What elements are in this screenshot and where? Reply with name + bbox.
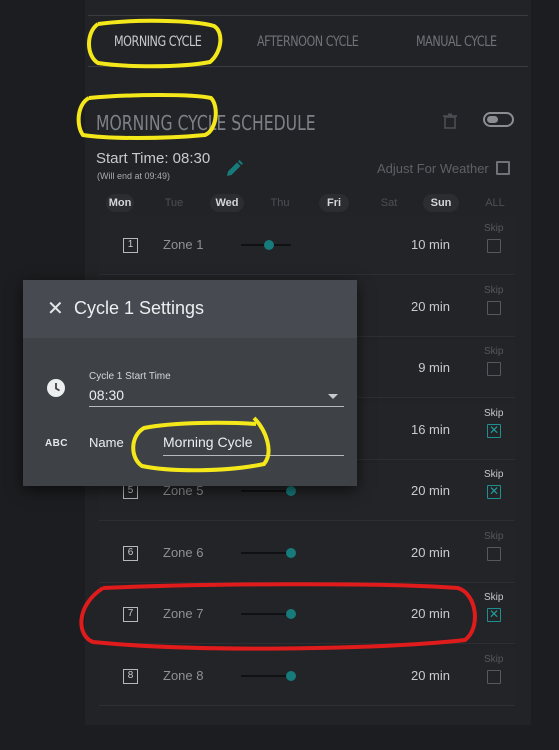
zone-duration: 16 min <box>410 421 450 437</box>
trash-icon[interactable] <box>443 113 457 129</box>
skip-label: Skip <box>484 592 504 603</box>
zone-row: 6 Zone 6 20 min Skip <box>99 524 515 583</box>
name-label: Name <box>89 435 124 450</box>
zone-duration: 10 min <box>410 237 450 252</box>
slider-thumb[interactable] <box>286 486 296 496</box>
skip-checkbox[interactable]: ✕ <box>487 485 501 499</box>
skip-label: Skip <box>484 653 504 665</box>
day-mon[interactable]: Mon <box>106 194 134 212</box>
duration-slider[interactable] <box>241 613 291 615</box>
day-all[interactable]: ALL <box>480 194 510 212</box>
zone-row: 8 Zone 8 20 min Skip <box>99 647 515 706</box>
zone-row: 7 Zone 7 20 min Skip ✕ <box>99 586 515 644</box>
adjust-for-weather-checkbox[interactable] <box>496 161 510 175</box>
zone-number: 7 <box>123 607 138 622</box>
start-time: Start Time: 08:30 <box>96 150 211 167</box>
schedule-enabled-toggle[interactable] <box>483 112 514 127</box>
zone-duration: 20 min <box>410 483 450 498</box>
skip-checkbox[interactable]: ✕ <box>487 608 501 622</box>
adjust-for-weather-label: Adjust For Weather <box>377 161 489 176</box>
zone-number: 6 <box>123 545 138 561</box>
zone-row: 1 Zone 1 10 min Skip <box>99 217 515 275</box>
day-thu[interactable]: Thu <box>266 194 294 212</box>
toggle-knob <box>487 116 498 123</box>
zone-name: Zone 1 <box>163 237 204 252</box>
zone-duration: 20 min <box>410 606 450 621</box>
dialog-title: Cycle 1 Settings <box>74 298 205 318</box>
dialog-header: ✕ Cycle 1 Settings <box>23 280 357 338</box>
skip-checkbox[interactable] <box>487 669 501 684</box>
day-sun[interactable]: Sun <box>423 194 459 212</box>
slider-thumb[interactable] <box>286 547 296 558</box>
skip-checkbox[interactable]: ✕ <box>487 423 501 438</box>
skip-checkbox[interactable] <box>487 239 501 253</box>
cycle-tabs: Morning Cycle Afternoon Cycle Manual Cyc… <box>88 15 528 67</box>
duration-slider[interactable] <box>241 551 291 554</box>
schedule-title: Morning Cycle Schedule <box>96 111 316 135</box>
end-time-note: (Will end at 09:49) <box>97 171 171 181</box>
start-time-label: Cycle 1 Start Time <box>89 371 171 382</box>
start-time-select[interactable]: 08:30 <box>89 385 344 407</box>
zone-duration: 9 min <box>418 360 450 375</box>
zone-duration: 20 min <box>410 544 450 560</box>
skip-label: Skip <box>484 530 504 542</box>
slider-thumb[interactable] <box>286 609 296 619</box>
slider-thumb[interactable] <box>264 240 274 250</box>
zone-number: 5 <box>123 484 138 499</box>
zone-name: Zone 6 <box>163 544 204 560</box>
day-fri[interactable]: Fri <box>319 194 349 212</box>
tab-afternoon-cycle[interactable]: Afternoon Cycle <box>257 34 359 50</box>
slider-thumb[interactable] <box>286 670 296 681</box>
duration-slider[interactable] <box>241 490 291 492</box>
name-input[interactable] <box>163 430 344 454</box>
day-tue[interactable]: Tue <box>160 194 188 212</box>
zone-name: Zone 7 <box>163 606 204 621</box>
skip-label: Skip <box>484 469 504 480</box>
clock-icon <box>47 379 65 397</box>
zone-number: 1 <box>123 238 138 253</box>
close-icon[interactable]: ✕ <box>47 299 64 319</box>
zone-number: 8 <box>123 668 138 684</box>
cycle-settings-dialog: ✕ Cycle 1 Settings Cycle 1 Start Time 08… <box>23 280 357 486</box>
skip-checkbox[interactable] <box>487 300 501 315</box>
day-sat[interactable]: Sat <box>375 194 403 212</box>
skip-checkbox[interactable] <box>487 362 501 376</box>
skip-checkbox[interactable] <box>487 546 501 561</box>
skip-label: Skip <box>484 346 504 357</box>
zone-duration: 20 min <box>410 667 450 683</box>
skip-label: Skip <box>484 284 504 296</box>
tab-morning-cycle[interactable]: Morning Cycle <box>114 34 202 50</box>
skip-label: Skip <box>484 223 504 234</box>
pencil-icon[interactable] <box>224 159 244 179</box>
zone-duration: 20 min <box>410 298 450 314</box>
zone-name: Zone 8 <box>163 667 204 683</box>
name-field <box>163 430 344 456</box>
duration-slider[interactable] <box>241 674 291 677</box>
start-time-value: 08:30 <box>89 387 125 403</box>
day-wed[interactable]: Wed <box>210 194 244 212</box>
chevron-down-icon <box>328 394 338 399</box>
skip-label: Skip <box>484 407 504 419</box>
tab-manual-cycle[interactable]: Manual Cycle <box>416 34 497 50</box>
text-abc-icon: ABC <box>45 438 68 449</box>
